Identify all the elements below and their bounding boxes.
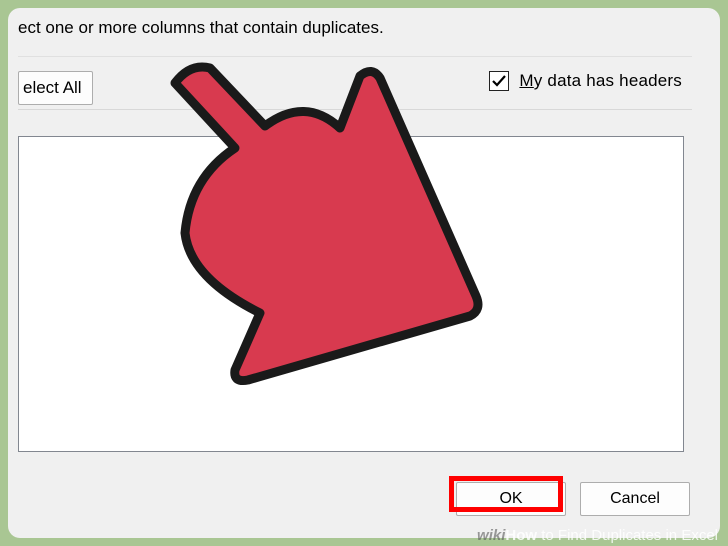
top-controls-row: elect All My data has headers bbox=[18, 56, 692, 110]
watermark: wikiHow to Find Duplicates in Excel bbox=[477, 527, 718, 544]
cancel-button[interactable]: Cancel bbox=[580, 482, 690, 516]
columns-listbox[interactable] bbox=[18, 136, 684, 452]
my-data-has-headers-control[interactable]: My data has headers bbox=[489, 71, 682, 91]
ok-button[interactable]: OK bbox=[456, 482, 566, 516]
dialog-button-bar: OK Cancel bbox=[18, 472, 698, 526]
headers-checkbox-label: My data has headers bbox=[519, 71, 682, 91]
headers-checkbox[interactable] bbox=[489, 71, 509, 91]
dialog-content: ect one or more columns that contain dup… bbox=[8, 8, 710, 538]
dialog-frame: ect one or more columns that contain dup… bbox=[8, 8, 720, 538]
instruction-text: ect one or more columns that contain dup… bbox=[18, 18, 384, 38]
select-all-button[interactable]: elect All bbox=[18, 71, 93, 105]
checkmark-icon bbox=[491, 73, 507, 89]
